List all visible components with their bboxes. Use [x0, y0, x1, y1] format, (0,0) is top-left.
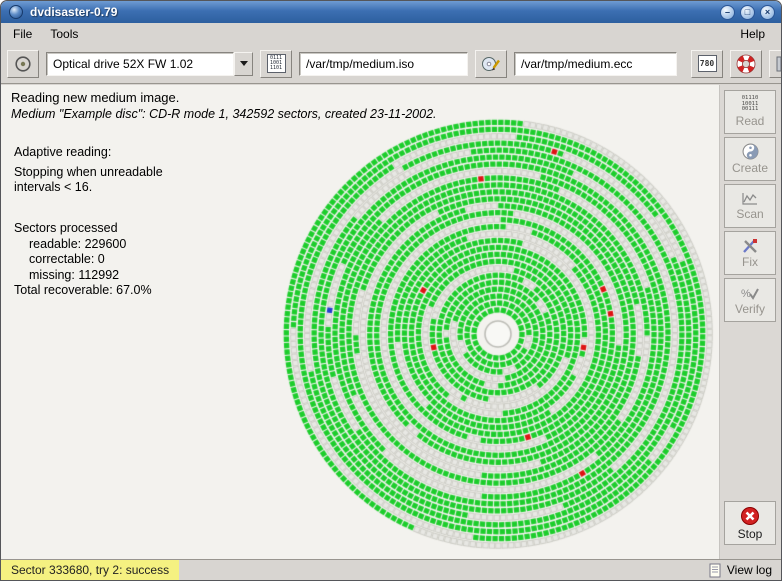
- svg-text:%: %: [741, 288, 751, 300]
- minimize-button[interactable]: –: [720, 5, 735, 20]
- main-area: Reading new medium image. Medium "Exampl…: [1, 85, 781, 559]
- menubar: File Tools Help: [1, 23, 781, 44]
- fix-label: Fix: [742, 255, 758, 269]
- scan-label: Scan: [736, 207, 763, 221]
- maximize-button[interactable]: □: [740, 5, 755, 20]
- image-file-button[interactable]: 0111 1001 1101: [260, 50, 292, 78]
- close-button[interactable]: ×: [760, 5, 775, 20]
- drive-combo-value-box: Optical drive 52X FW 1.02: [46, 52, 234, 76]
- drive-combo-value: Optical drive 52X FW 1.02: [53, 57, 193, 71]
- status-heading: Reading new medium image.: [11, 90, 179, 105]
- binary-line: 1101: [270, 66, 282, 71]
- create-yinyang-icon: [742, 143, 759, 160]
- image-file-input[interactable]: [299, 52, 468, 76]
- lifebelt-icon: [736, 54, 756, 74]
- stopping-line-1: Stopping when unreadable: [14, 165, 163, 181]
- window-title: dvdisaster-0.79: [30, 5, 715, 19]
- quit-arrow-icon: [775, 55, 782, 73]
- menu-file[interactable]: File: [4, 24, 41, 44]
- drive-combo-arrow-button[interactable]: [234, 52, 253, 76]
- image-file-icon: 0111 1001 1101: [267, 54, 286, 73]
- sectors-readable: readable: 229600: [14, 237, 152, 253]
- view-log-label: View log: [727, 563, 772, 577]
- status-message: Sector 333680, try 2: success: [1, 560, 179, 580]
- read-icon: 01110 10011 00111: [742, 96, 759, 113]
- sectors-processed-block: Sectors processed readable: 229600 corre…: [14, 221, 152, 299]
- scan-chart-icon: [741, 192, 759, 206]
- help-button[interactable]: [730, 50, 762, 78]
- toolbar: Optical drive 52X FW 1.02 0111 1001 1101: [1, 44, 781, 84]
- read-button[interactable]: 01110 10011 00111 Read: [724, 90, 776, 134]
- statusbar: Sector 333680, try 2: success View log: [1, 559, 781, 580]
- preferences-icon-text: 780: [700, 59, 714, 68]
- total-recoverable: Total recoverable: 67.0%: [14, 283, 152, 299]
- sectors-missing: missing: 112992: [14, 268, 152, 284]
- menu-tools[interactable]: Tools: [41, 24, 87, 44]
- read-label: Read: [736, 114, 765, 128]
- app-icon: [9, 5, 23, 19]
- create-label: Create: [732, 161, 768, 175]
- app-window: dvdisaster-0.79 – □ × File Tools Help Op…: [0, 0, 782, 581]
- ecc-file-icon: [481, 55, 501, 73]
- stopping-line-2: intervals < 16.: [14, 180, 163, 196]
- drive-combo[interactable]: Optical drive 52X FW 1.02: [46, 52, 253, 76]
- verify-button[interactable]: % Verify: [724, 278, 776, 322]
- adaptive-reading-title: Adaptive reading:: [14, 145, 163, 161]
- sectors-correctable: correctable: 0: [14, 252, 152, 268]
- fix-button[interactable]: Fix: [724, 231, 776, 275]
- chevron-down-icon: [240, 61, 248, 66]
- drive-icon: [14, 55, 32, 73]
- drive-select-button[interactable]: [7, 50, 39, 78]
- action-sidebar: 01110 10011 00111 Read Create: [719, 85, 781, 559]
- preferences-button[interactable]: 780: [691, 50, 723, 78]
- stop-button[interactable]: Stop: [724, 501, 776, 545]
- scan-button[interactable]: Scan: [724, 184, 776, 228]
- read-icon-line: 00111: [742, 107, 759, 113]
- ecc-file-input[interactable]: [514, 52, 677, 76]
- titlebar[interactable]: dvdisaster-0.79 – □ ×: [1, 1, 781, 23]
- fix-tools-icon: [741, 238, 759, 254]
- stop-label: Stop: [738, 527, 763, 541]
- create-button[interactable]: Create: [724, 137, 776, 181]
- ecc-file-button[interactable]: [475, 50, 507, 78]
- verify-label: Verify: [735, 302, 765, 316]
- view-log-button[interactable]: View log: [700, 563, 781, 578]
- verify-check-icon: %: [741, 285, 759, 301]
- quit-button[interactable]: [769, 50, 782, 78]
- preferences-icon: 780: [698, 55, 717, 72]
- log-page-icon: [709, 563, 722, 578]
- adaptive-reading-block: Adaptive reading: Stopping when unreadab…: [14, 145, 163, 196]
- menu-help[interactable]: Help: [731, 24, 774, 44]
- sectors-processed-title: Sectors processed: [14, 221, 152, 237]
- stop-icon: [740, 506, 760, 526]
- reading-spiral: [277, 113, 719, 555]
